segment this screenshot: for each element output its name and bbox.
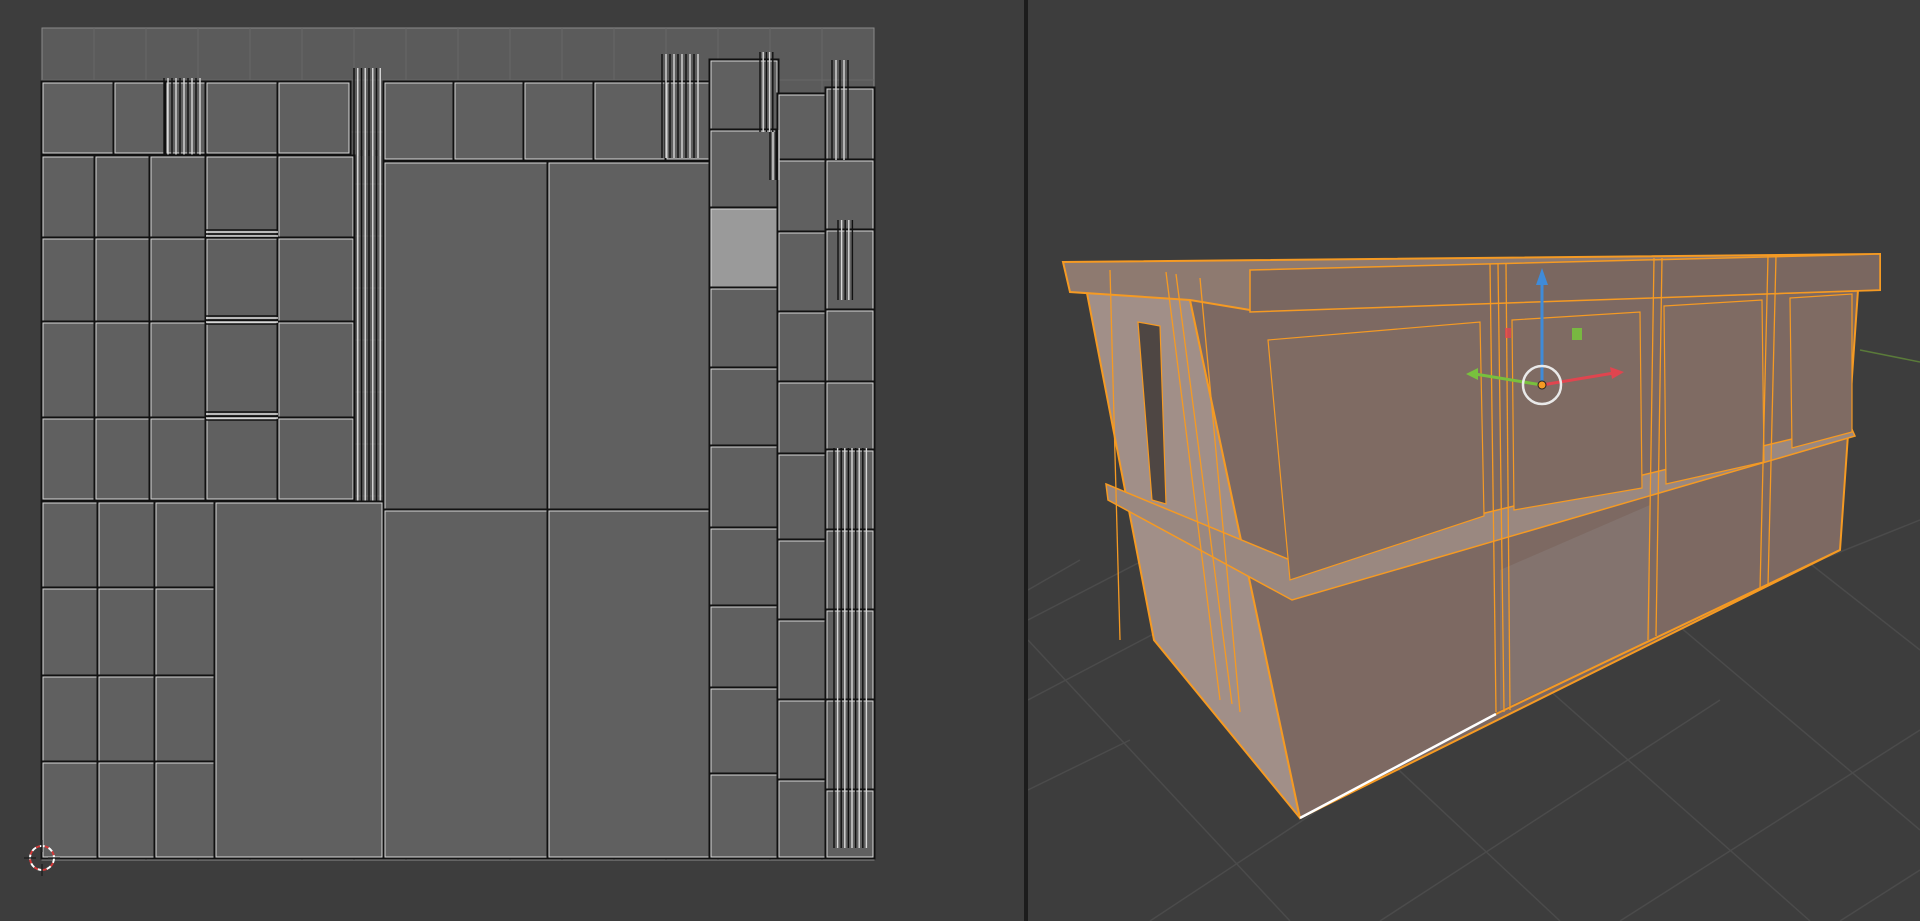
uv-editor-area[interactable] bbox=[0, 0, 1024, 921]
uv-islands[interactable] bbox=[40, 52, 876, 860]
uv-face[interactable] bbox=[708, 286, 780, 370]
uv-face[interactable] bbox=[776, 380, 828, 456]
uv-face[interactable] bbox=[148, 416, 208, 502]
uv-face[interactable] bbox=[276, 154, 356, 240]
uv-face[interactable] bbox=[776, 452, 828, 542]
uv-face[interactable] bbox=[708, 128, 780, 210]
uv-face[interactable] bbox=[824, 158, 876, 232]
uv-face[interactable] bbox=[153, 760, 217, 860]
uv-face[interactable] bbox=[546, 508, 712, 860]
uv-face[interactable] bbox=[93, 154, 152, 240]
uv-face[interactable] bbox=[776, 618, 828, 702]
uv-face[interactable] bbox=[153, 674, 217, 764]
uv-face[interactable] bbox=[40, 80, 116, 156]
uv-face[interactable] bbox=[776, 92, 828, 162]
uv-face[interactable] bbox=[776, 158, 828, 234]
mesh-panel-3[interactable] bbox=[1663, 299, 1765, 485]
viewport-3d-area[interactable] bbox=[1028, 0, 1920, 921]
uv-face[interactable] bbox=[148, 320, 208, 420]
uv-face[interactable] bbox=[204, 154, 280, 240]
uv-face[interactable] bbox=[776, 230, 828, 314]
uv-face[interactable] bbox=[708, 526, 780, 608]
uv-face[interactable] bbox=[213, 500, 385, 860]
uv-face[interactable] bbox=[776, 538, 828, 622]
uv-face[interactable] bbox=[276, 236, 356, 324]
uv-face[interactable] bbox=[708, 206, 780, 290]
uv-face[interactable] bbox=[546, 160, 712, 512]
axis-line-y bbox=[1859, 349, 1920, 363]
uv-face[interactable] bbox=[276, 80, 352, 156]
uv-face[interactable] bbox=[204, 236, 280, 324]
uv-face[interactable] bbox=[40, 586, 100, 678]
uv-canvas[interactable] bbox=[0, 0, 1024, 921]
uv-face[interactable] bbox=[276, 320, 356, 420]
uv-face[interactable] bbox=[592, 80, 668, 162]
viewport-canvas[interactable] bbox=[1028, 0, 1920, 921]
uv-face[interactable] bbox=[148, 236, 208, 324]
uv-face[interactable] bbox=[824, 228, 876, 312]
uv-face[interactable] bbox=[708, 444, 780, 530]
uv-face[interactable] bbox=[708, 58, 780, 132]
mesh-panel-4[interactable] bbox=[1789, 293, 1853, 449]
uv-face[interactable] bbox=[824, 308, 876, 384]
uv-face[interactable] bbox=[204, 320, 280, 420]
uv-face[interactable] bbox=[522, 80, 596, 162]
uv-face[interactable] bbox=[96, 500, 157, 590]
uv-face[interactable] bbox=[40, 416, 97, 502]
uv-face[interactable] bbox=[96, 760, 157, 860]
uv-face[interactable] bbox=[452, 80, 526, 162]
selected-mesh-object[interactable] bbox=[1061, 252, 1881, 820]
uv-face[interactable] bbox=[93, 236, 152, 324]
mesh-panel-2[interactable] bbox=[1511, 311, 1643, 511]
uv-face[interactable] bbox=[40, 760, 100, 860]
uv-face[interactable] bbox=[96, 586, 157, 678]
uv-face[interactable] bbox=[93, 320, 152, 420]
gizmo-plane-handle[interactable] bbox=[1572, 328, 1582, 340]
uv-face[interactable] bbox=[153, 586, 217, 678]
uv-face[interactable] bbox=[708, 366, 780, 448]
uv-face[interactable] bbox=[708, 604, 780, 690]
uv-face[interactable] bbox=[112, 80, 168, 156]
uv-face[interactable] bbox=[382, 80, 456, 162]
uv-face[interactable] bbox=[153, 500, 217, 590]
uv-face[interactable] bbox=[204, 416, 280, 502]
uv-face[interactable] bbox=[382, 160, 550, 512]
uv-face[interactable] bbox=[776, 310, 828, 384]
uv-face[interactable] bbox=[776, 698, 828, 782]
object-origin-icon bbox=[1537, 380, 1547, 390]
uv-face[interactable] bbox=[40, 674, 100, 764]
uv-face[interactable] bbox=[40, 236, 97, 324]
uv-face[interactable] bbox=[93, 416, 152, 502]
uv-face[interactable] bbox=[148, 154, 208, 240]
uv-face[interactable] bbox=[40, 500, 100, 590]
uv-face[interactable] bbox=[824, 380, 876, 452]
uv-face[interactable] bbox=[96, 674, 157, 764]
uv-face[interactable] bbox=[40, 320, 97, 420]
uv-face[interactable] bbox=[276, 416, 356, 502]
uv-face[interactable] bbox=[776, 778, 828, 860]
uv-face[interactable] bbox=[40, 154, 97, 240]
uv-face[interactable] bbox=[824, 86, 876, 162]
uv-face[interactable] bbox=[708, 686, 780, 776]
uv-face[interactable] bbox=[708, 772, 780, 860]
uv-face[interactable] bbox=[382, 508, 550, 860]
uv-face[interactable] bbox=[204, 80, 280, 156]
